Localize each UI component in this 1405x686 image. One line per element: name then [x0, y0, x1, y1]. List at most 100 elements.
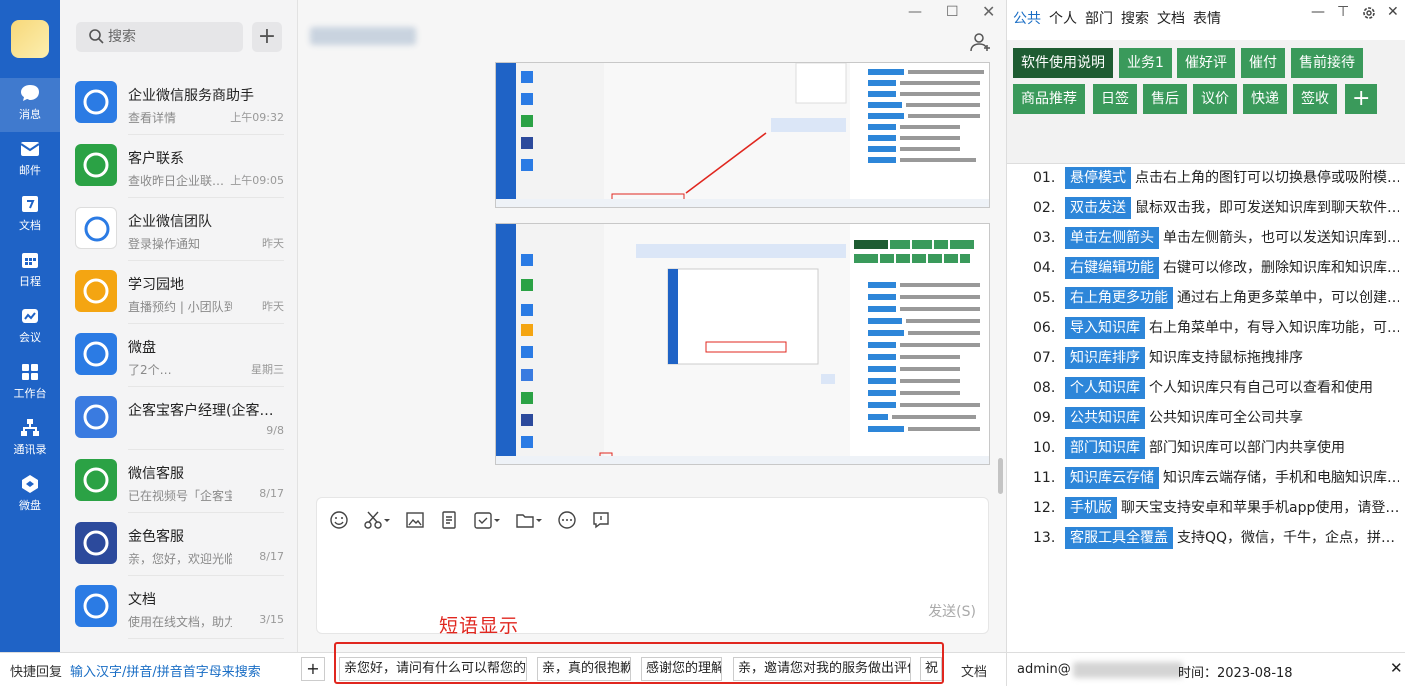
knowledge-item[interactable]: 07. 知识库排序 知识库支持鼠标拖拽排序 [1033, 347, 1399, 369]
calendar-icon [22, 253, 38, 268]
knowledge-item[interactable]: 06. 导入知识库 右上角菜单中，有导入知识库功能，可… [1033, 317, 1399, 339]
tab-public[interactable]: 公共 [1013, 8, 1041, 28]
knowledge-key: 右键编辑功能 [1065, 257, 1159, 279]
conversation-item[interactable]: 学习园地直播预约 | 小团队到… 昨天 [60, 261, 298, 324]
quick-reply-search[interactable]: 输入汉字/拼音/拼音首字母来搜索 [70, 661, 261, 680]
nav-item-drive[interactable]: 微盘 [0, 469, 60, 523]
nav-item-workbench[interactable]: 工作台 [0, 357, 60, 411]
tag-remind-review[interactable]: 催好评 [1177, 48, 1235, 78]
pin-icon[interactable]: ⊤ [1337, 4, 1349, 20]
tag-aftersale[interactable]: 售后 [1143, 84, 1187, 114]
phrase-chip[interactable]: 祝 [920, 657, 942, 681]
tag-express[interactable]: 快递 [1243, 84, 1287, 114]
conversation-item[interactable]: 客户联系 查收昨日企业联… 上午09:05 [60, 135, 298, 198]
nav-item-calendar[interactable]: 日程 [0, 245, 60, 299]
add-member-icon[interactable] [970, 32, 992, 52]
knowledge-key: 双击发送 [1065, 197, 1131, 219]
knowledge-item[interactable]: 01. 悬停模式 点击右上角的图钉可以切换悬停或吸附模… [1033, 167, 1399, 189]
close-icon[interactable]: ✕ [1387, 4, 1399, 20]
nav-item-contacts[interactable]: 通讯录 [0, 413, 60, 467]
knowledge-item[interactable]: 10. 部门知识库 部门知识库可以部门内共享使用 [1033, 437, 1399, 459]
maximize-icon[interactable]: ☐ [946, 4, 959, 28]
category-tag-area: 软件使用说明 业务1 催好评 催付 售前接待 商品推荐 日签 售后 议价 快递 … [1007, 40, 1405, 164]
message-compose-box[interactable]: 发送(S) [316, 497, 989, 634]
tab-search[interactable]: 搜索 [1121, 8, 1149, 28]
message-image-1[interactable] [495, 62, 990, 208]
chat-history-icon[interactable] [591, 510, 611, 530]
nav-item-messages[interactable]: 消息 [0, 78, 60, 132]
phrase-chip[interactable]: 亲，邀请您对我的服务做出评价 [733, 657, 911, 681]
knowledge-item[interactable]: 03. 单击左侧箭头 单击左侧箭头，也可以发送知识库到… [1033, 227, 1399, 249]
conversation-title: 客户联系 [128, 151, 184, 167]
knowledge-item[interactable]: 11. 知识库云存储 知识库云端存储，手机和电脑知识库… [1033, 467, 1399, 489]
avatar-icon [83, 467, 109, 493]
conversation-item[interactable]: 企客宝客户经理(企客… 9/8 [60, 387, 298, 450]
tab-docs[interactable]: 文档 [1157, 8, 1185, 28]
folder-icon[interactable] [515, 510, 543, 530]
knowledge-item[interactable]: 05. 右上角更多功能 通过右上角更多菜单中，可以创建… [1033, 287, 1399, 309]
knowledge-item[interactable]: 13. 客服工具全覆盖 支持QQ，微信，千牛，企点，拼… [1033, 527, 1399, 549]
close-icon[interactable]: ✕ [982, 2, 995, 26]
screenshot-scissors-icon[interactable] [363, 510, 391, 530]
gear-icon[interactable] [1362, 6, 1376, 20]
annotation-label: 短语显示 [439, 615, 520, 637]
file-icon[interactable] [439, 510, 459, 530]
conversation-item[interactable]: 企业微信团队 登录操作通知 昨天 [60, 198, 298, 261]
user-avatar[interactable] [11, 20, 49, 58]
conversation-list-panel: 搜索 + 企业微信服务商助手 查看详情 上午09:32 客户联系 查收昨日企业联… 上午0… [60, 0, 298, 652]
minimize-icon[interactable]: — [908, 4, 922, 28]
knowledge-item[interactable]: 02. 双击发送 鼠标双击我，即可发送知识库到聊天软件… [1033, 197, 1399, 219]
conversation-item[interactable]: 金色客服亲，您好，欢迎光临… 8/17 [60, 513, 298, 576]
phrase-chip[interactable]: 亲，真的很抱歉 [537, 657, 631, 681]
knowledge-key: 部门知识库 [1065, 437, 1145, 459]
conversation-title: 文档 [128, 592, 156, 608]
add-button[interactable]: + [252, 22, 282, 52]
knowledge-desc: 公共知识库可全公司共享 [1149, 410, 1303, 426]
knowledge-item[interactable]: 04. 右键编辑功能 右键可以修改，删除知识库和知识库… [1033, 257, 1399, 279]
more-icon[interactable] [557, 510, 577, 530]
tag-business1[interactable]: 业务1 [1119, 48, 1172, 78]
emoji-icon[interactable] [329, 510, 349, 530]
knowledge-key: 悬停模式 [1065, 167, 1131, 189]
knowledge-item[interactable]: 08. 个人知识库 个人知识库只有自己可以查看和使用 [1033, 377, 1399, 399]
close-icon[interactable]: ✕ [1390, 659, 1403, 677]
tag-software-guide[interactable]: 软件使用说明 [1013, 48, 1113, 78]
conversation-time: 8/17 [259, 487, 284, 500]
tab-department[interactable]: 部门 [1085, 8, 1113, 28]
phrase-chip[interactable]: 亲您好，请问有什么可以帮您的? [339, 657, 527, 681]
tab-personal[interactable]: 个人 [1049, 8, 1077, 28]
chat-scrollbar[interactable] [998, 458, 1003, 494]
grid-icon [22, 364, 38, 380]
knowledge-item[interactable]: 12. 手机版 聊天宝支持安卓和苹果手机app使用，请登… [1033, 497, 1399, 519]
doc-link[interactable]: 文档 [961, 661, 987, 680]
chat-title-redacted [310, 27, 416, 45]
conversation-item[interactable]: 文档使用在线文档，助力… 3/15 [60, 576, 298, 639]
schedule-icon[interactable] [473, 510, 501, 530]
image-icon[interactable] [405, 510, 425, 530]
conversation-item[interactable]: 微信客服已在视频号「企客宝… 8/17 [60, 450, 298, 513]
tab-emoji[interactable]: 表情 [1193, 8, 1221, 28]
minimize-icon[interactable]: — [1311, 4, 1325, 20]
conversation-avatar [75, 81, 117, 123]
conversation-item[interactable]: 微盘 了2个… 星期三 [60, 324, 298, 387]
nav-item-docs[interactable]: 文档 [0, 189, 60, 243]
screenshot-thumbnail [496, 63, 989, 207]
nav-item-meeting[interactable]: 会议 [0, 301, 60, 355]
search-input[interactable]: 搜索 [76, 22, 243, 52]
add-phrase-button[interactable]: + [301, 657, 325, 681]
send-button[interactable]: 发送(S) [928, 601, 976, 621]
nav-item-mail[interactable]: 邮件 [0, 134, 60, 188]
tag-daily[interactable]: 日签 [1093, 84, 1137, 114]
knowledge-key: 公共知识库 [1065, 407, 1145, 429]
add-tag-button[interactable]: + [1345, 84, 1378, 114]
tag-receipt[interactable]: 签收 [1293, 84, 1337, 114]
knowledge-item[interactable]: 09. 公共知识库 公共知识库可全公司共享 [1033, 407, 1399, 429]
tag-bargain[interactable]: 议价 [1193, 84, 1237, 114]
tag-recommend[interactable]: 商品推荐 [1013, 84, 1085, 114]
conversation-time: 9/8 [266, 424, 284, 437]
tag-presale[interactable]: 售前接待 [1291, 48, 1363, 78]
phrase-chip[interactable]: 感谢您的理解 [641, 657, 722, 681]
message-image-2[interactable] [495, 223, 990, 465]
tag-remind-pay[interactable]: 催付 [1241, 48, 1285, 78]
conversation-item[interactable]: 企业微信服务商助手 查看详情 上午09:32 [60, 72, 298, 135]
